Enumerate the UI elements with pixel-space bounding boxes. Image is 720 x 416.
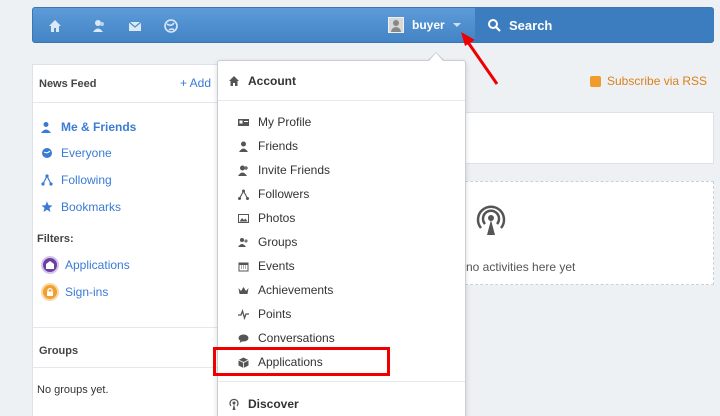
divider <box>218 381 465 382</box>
feed-item-label: Everyone <box>61 146 112 160</box>
menu-item-label: My Profile <box>258 115 312 129</box>
menu-item-followers[interactable]: Followers <box>238 187 309 201</box>
account-section-header: Account <box>228 74 296 88</box>
menu-item-label: Groups <box>258 235 298 249</box>
friends-icon[interactable] <box>91 18 107 34</box>
menu-item-label: Invite Friends <box>258 163 331 177</box>
annotation-arrow-icon <box>461 32 499 85</box>
search-button[interactable]: Search <box>475 8 714 42</box>
username: buyer <box>412 18 445 32</box>
menu-item-invite-friends[interactable]: Invite Friends <box>238 163 330 177</box>
news-feed-title: News Feed <box>39 78 97 90</box>
filter-label: Sign-ins <box>65 285 109 299</box>
feed-item-me-friends[interactable]: Me & Friends <box>41 120 136 134</box>
top-navigation-bar: buyer Search <box>32 7 714 43</box>
menu-item-achievements[interactable]: Achievements <box>238 283 333 297</box>
feed-item-label: Following <box>61 173 112 187</box>
user-add-icon <box>238 165 248 176</box>
highlight-applications-box <box>213 347 390 376</box>
menu-item-conversations[interactable]: Conversations <box>238 331 335 345</box>
feed-item-bookmarks[interactable]: Bookmarks <box>41 200 121 214</box>
mail-icon[interactable] <box>127 18 143 34</box>
menu-item-label: Friends <box>258 139 299 153</box>
divider <box>218 100 465 101</box>
groups-title: Groups <box>39 345 79 357</box>
filters-title: Filters: <box>37 233 74 245</box>
broadcast-icon <box>229 398 239 410</box>
calendar-icon <box>238 262 249 271</box>
chat-icon <box>238 334 249 343</box>
divider <box>33 367 221 368</box>
avatar <box>388 17 404 33</box>
photo-icon <box>238 213 249 223</box>
menu-item-label: Followers <box>258 187 310 201</box>
feed-item-label: Bookmarks <box>61 200 122 214</box>
user-icon <box>239 141 248 152</box>
filter-sign-ins[interactable]: Sign-ins <box>41 283 108 301</box>
filter-applications[interactable]: Applications <box>41 256 130 274</box>
network-icon <box>41 174 53 186</box>
no-groups-text: No groups yet. <box>37 384 109 396</box>
friends-icon <box>41 122 51 133</box>
menu-item-my-profile[interactable]: My Profile <box>238 115 311 129</box>
chevron-down-icon[interactable] <box>452 23 461 27</box>
star-icon <box>41 201 53 212</box>
discover-title: Discover <box>248 397 299 411</box>
empty-state-text: no activities here yet <box>466 260 576 274</box>
add-feed-link[interactable]: + Add <box>180 76 211 90</box>
feed-item-everyone[interactable]: Everyone <box>41 146 112 160</box>
menu-item-label: Points <box>258 307 292 321</box>
divider <box>33 102 221 103</box>
crown-icon <box>238 286 249 294</box>
broadcast-icon <box>476 205 506 235</box>
menu-item-events[interactable]: Events <box>238 259 295 273</box>
feed-item-following[interactable]: Following <box>41 173 112 187</box>
home-icon <box>229 76 239 86</box>
left-sidebar: News Feed + Add Me & Friends Everyone Fo… <box>32 64 222 416</box>
globe-icon <box>42 148 52 158</box>
dropdown-pointer-inner <box>429 53 443 61</box>
globe-icon[interactable] <box>163 18 179 34</box>
lock-icon <box>41 283 59 301</box>
rss-icon <box>590 75 601 87</box>
menu-item-label: Conversations <box>258 331 335 345</box>
menu-item-label: Events <box>258 259 295 273</box>
menu-item-points[interactable]: Points <box>238 307 291 321</box>
group-icon <box>238 237 248 247</box>
id-card-icon <box>238 118 249 126</box>
discover-section-header: Discover <box>228 397 299 411</box>
search-icon <box>488 19 501 32</box>
home-icon[interactable] <box>47 18 63 34</box>
pulse-icon <box>238 308 249 320</box>
applications-icon <box>41 256 59 274</box>
menu-item-label: Achievements <box>258 283 334 297</box>
search-label: Search <box>509 17 553 33</box>
feed-item-label: Me & Friends <box>61 120 137 134</box>
menu-item-groups[interactable]: Groups <box>238 235 297 249</box>
network-icon <box>238 189 249 200</box>
subscribe-rss-link[interactable]: Subscribe via RSS <box>590 74 707 88</box>
menu-item-friends[interactable]: Friends <box>238 139 298 153</box>
account-title: Account <box>248 74 296 88</box>
menu-item-photos[interactable]: Photos <box>238 211 295 225</box>
menu-item-label: Photos <box>258 211 296 225</box>
rss-label: Subscribe via RSS <box>607 74 708 88</box>
status-input-box[interactable] <box>430 112 714 164</box>
filter-label: Applications <box>65 258 130 272</box>
divider <box>33 327 221 328</box>
